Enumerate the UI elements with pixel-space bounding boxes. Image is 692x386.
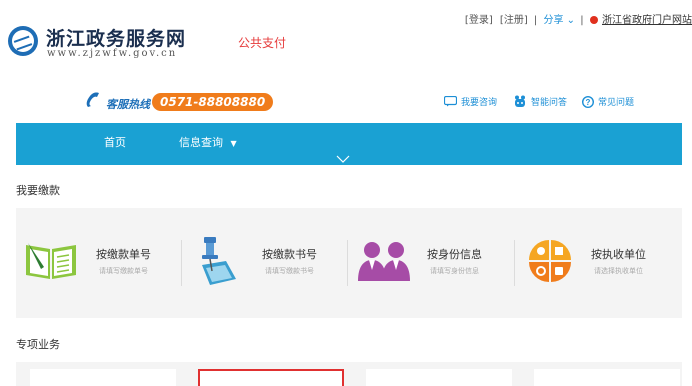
pay-item-subtitle: 请填写身份信息 [430,267,479,275]
pay-by-identity[interactable]: 按身份信息 请填写身份信息 [357,230,482,292]
nav-info-query[interactable]: 信息查询 ▼ [179,134,237,150]
site-logo-icon[interactable] [8,26,38,56]
phone-icon [86,92,99,107]
robot-icon [515,95,525,107]
divider [181,240,182,286]
site-url: www.zjzwfw.gov.cn [47,48,178,59]
pay-item-title: 按身份信息 [427,248,482,261]
caret-down-icon: ▼ [230,139,237,148]
smart-qa-link[interactable]: 智能问答 [513,95,567,108]
special-item[interactable] [366,369,512,386]
smart-qa-label: 智能问答 [531,98,568,108]
register-link[interactable]: [注册] [500,11,528,26]
page-tag: 公共支付 [238,36,287,50]
chevron-down-icon[interactable]: ⌄ [567,15,575,26]
pay-item-title: 按缴款书号 [262,248,317,261]
top-links: [登录] [注册] | 分享 ⌄ | 浙江省政府门户网站 [465,11,692,26]
pay-item-subtitle: 请填写缴款单号 [99,267,148,275]
faq-label: 常见问题 [598,98,635,108]
pay-by-notice-book-number[interactable]: 按缴款书号 请填写缴款书号 [196,230,317,292]
payment-section-title: 我要缴款 [16,184,60,197]
faq-link[interactable]: ? 常见问题 [582,95,634,108]
notebook-icon [26,243,76,279]
separator: | [580,15,584,26]
consult-label: 我要咨询 [461,98,498,108]
pay-item-title: 按执收单位 [591,248,646,261]
nav-info-query-label: 信息查询 [179,136,223,149]
special-item-highlighted[interactable] [198,369,344,386]
separator: | [533,15,538,26]
pay-item-subtitle: 请选择执收单位 [594,267,643,275]
consult-link[interactable]: 我要咨询 [444,95,497,108]
quadrant-icon [529,240,571,282]
divider [514,240,515,286]
special-item[interactable] [30,369,176,386]
people-icon [358,242,410,281]
special-item[interactable] [534,369,680,386]
nav-home[interactable]: 首页 [104,134,126,150]
pushpin-document-icon [202,237,236,285]
pay-item-subtitle: 请填写缴款书号 [265,267,314,275]
login-link[interactable]: [登录] [465,11,493,26]
emblem-icon [589,16,598,24]
chevron-down-icon[interactable] [336,155,350,163]
hotline-label: 客服热线 [106,98,150,111]
pay-item-title: 按缴款单号 [96,248,151,261]
special-section-title: 专项业务 [16,338,60,351]
pay-by-collecting-unit[interactable]: 按执收单位 请选择执收单位 [527,230,646,292]
share-link[interactable]: 分享 [543,11,563,26]
divider [347,240,348,286]
pay-by-notice-number[interactable]: 按缴款单号 请填写缴款单号 [24,230,151,292]
site-name[interactable]: 浙江政务服务网 [46,24,186,51]
hotline-number: 0571-88808880 [152,93,274,111]
chat-icon [444,96,457,107]
svg-text:?: ? [586,98,591,107]
question-icon: ? [582,95,594,108]
portal-link[interactable]: 浙江省政府门户网站 [602,11,692,26]
